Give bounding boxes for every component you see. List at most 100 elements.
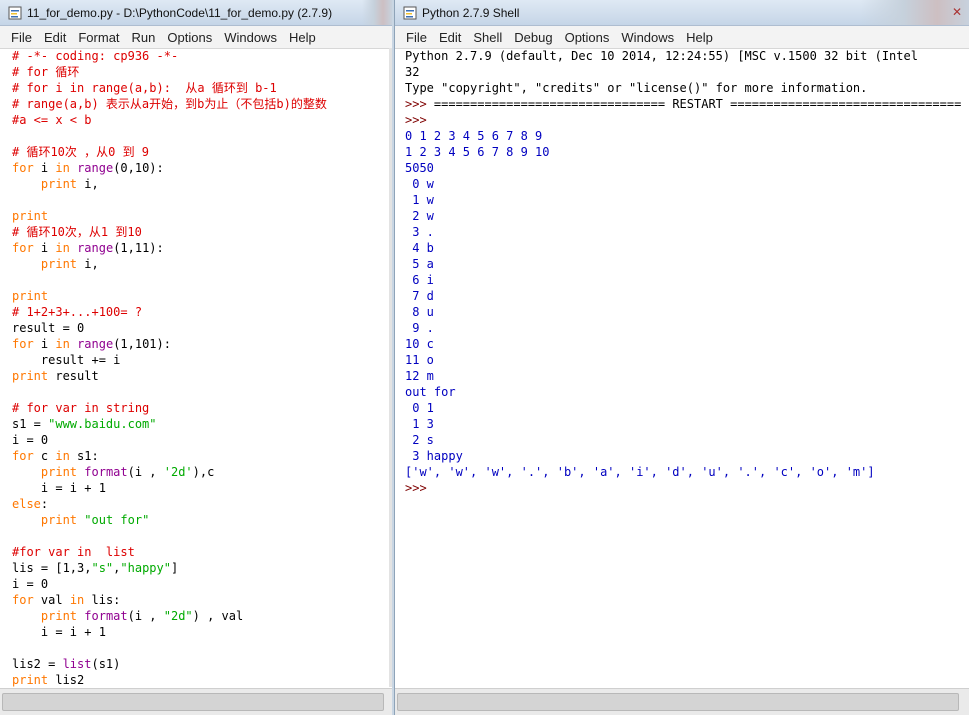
- editor-horizontal-scrollbar[interactable]: [0, 688, 392, 715]
- shell-token: 9 .: [405, 321, 434, 335]
- shell-line: out for: [405, 384, 969, 400]
- editor-line: for i in range(1,101):: [12, 336, 389, 352]
- editor-token: print: [40, 177, 78, 191]
- editor-line: lis2 = list(s1): [12, 656, 389, 672]
- close-icon[interactable]: ✕: [950, 5, 964, 19]
- editor-token: range: [77, 337, 114, 351]
- editor-token: [70, 337, 77, 351]
- shell-line: 7 d: [405, 288, 969, 304]
- editor-token: ]: [170, 561, 179, 575]
- shell-line: 32: [405, 64, 969, 80]
- editor-window[interactable]: 11_for_demo.py - D:\PythonCode\11_for_de…: [0, 0, 392, 715]
- shell-window[interactable]: Python 2.7.9 Shell ✕ File Edit Shell Deb…: [394, 0, 969, 715]
- editor-token: [12, 609, 41, 623]
- editor-token: #a <= x < b: [12, 113, 92, 127]
- shell-horizontal-scrollbar[interactable]: [395, 688, 969, 715]
- shell-menu-options[interactable]: Options: [559, 30, 616, 45]
- editor-token: s1 =: [12, 417, 49, 431]
- editor-token: for: [12, 449, 34, 463]
- shell-menu-file[interactable]: File: [400, 30, 433, 45]
- editor-menu-format[interactable]: Format: [72, 30, 125, 45]
- editor-token: s1:: [69, 449, 99, 463]
- shell-token: 2 w: [405, 209, 434, 223]
- shell-title: Python 2.7.9 Shell: [422, 5, 520, 20]
- editor-line: s1 = "www.baidu.com": [12, 416, 389, 432]
- shell-line: 3 .: [405, 224, 969, 240]
- editor-token: ) , val: [192, 609, 244, 623]
- editor-token: i = i + 1: [12, 625, 106, 639]
- shell-line: 10 c: [405, 336, 969, 352]
- shell-line: 11 o: [405, 352, 969, 368]
- shell-token: Type "copyright", "credits" or "license(…: [405, 81, 868, 95]
- editor-token: [12, 465, 41, 479]
- editor-token: result = 0: [12, 321, 85, 335]
- editor-token: for: [12, 161, 34, 175]
- editor-menu-file[interactable]: File: [5, 30, 38, 45]
- editor-token: [12, 513, 41, 527]
- editor-line: i = i + 1: [12, 624, 389, 640]
- editor-title-bar[interactable]: 11_for_demo.py - D:\PythonCode\11_for_de…: [0, 0, 392, 26]
- shell-token: 12 m: [405, 369, 434, 383]
- shell-line: 8 u: [405, 304, 969, 320]
- shell-token: 32: [405, 65, 420, 79]
- editor-token: i: [33, 161, 56, 175]
- editor-menu-options[interactable]: Options: [161, 30, 218, 45]
- shell-token: 1 w: [405, 193, 434, 207]
- editor-line: print i,: [12, 256, 389, 272]
- editor-line: else:: [12, 496, 389, 512]
- shell-menu-edit[interactable]: Edit: [433, 30, 467, 45]
- editor-token: # 1+2+3+...+100= ?: [12, 305, 143, 319]
- shell-token: >>>: [405, 113, 427, 127]
- editor-token: val: [33, 593, 70, 607]
- shell-line: 0 1: [405, 400, 969, 416]
- shell-scroll-thumb[interactable]: [397, 693, 959, 711]
- editor-menu-windows[interactable]: Windows: [218, 30, 283, 45]
- editor-token: (1,11):: [113, 241, 164, 255]
- editor-token: print: [40, 609, 78, 623]
- editor-menu-edit[interactable]: Edit: [38, 30, 72, 45]
- editor-line: print: [12, 288, 389, 304]
- shell-line: Python 2.7.9 (default, Dec 10 2014, 12:2…: [405, 48, 969, 64]
- editor-token: (1,101):: [113, 337, 171, 351]
- editor-token: [12, 177, 41, 191]
- shell-title-bar[interactable]: Python 2.7.9 Shell ✕: [395, 0, 969, 26]
- shell-line: 5 a: [405, 256, 969, 272]
- shell-menu-debug[interactable]: Debug: [508, 30, 558, 45]
- editor-token: c: [33, 449, 56, 463]
- editor-token: else: [12, 497, 41, 511]
- editor-token: format: [84, 465, 128, 479]
- shell-line: >>>: [405, 112, 969, 128]
- editor-menu-help[interactable]: Help: [283, 30, 322, 45]
- editor-scroll-thumb[interactable]: [2, 693, 384, 711]
- editor-line: # 1+2+3+...+100= ?: [12, 304, 389, 320]
- editor-token: i = 0: [12, 577, 49, 591]
- editor-menu-run[interactable]: Run: [126, 30, 162, 45]
- shell-menu-shell[interactable]: Shell: [467, 30, 508, 45]
- shell-token: 3 happy: [405, 449, 463, 463]
- editor-line: # for i in range(a,b): 从a 循环到 b-1: [12, 80, 389, 96]
- editor-token: for: [12, 337, 34, 351]
- shell-menu-help[interactable]: Help: [680, 30, 719, 45]
- editor-token: range: [77, 241, 114, 255]
- editor-token: lis:: [84, 593, 121, 607]
- shell-menu-windows[interactable]: Windows: [615, 30, 680, 45]
- shell-line: 6 i: [405, 272, 969, 288]
- shell-line: 3 happy: [405, 448, 969, 464]
- editor-token: lis2 =: [12, 657, 63, 671]
- shell-token: 1 2 3 4 5 6 7 8 9 10: [405, 145, 550, 159]
- editor-token: # for i in range(a,b): 从a 循环到 b-1: [12, 81, 277, 95]
- shell-output-area[interactable]: Python 2.7.9 (default, Dec 10 2014, 12:2…: [395, 48, 969, 689]
- editor-line: print result: [12, 368, 389, 384]
- editor-code-area[interactable]: # -*- coding: cp936 -*- # for 循环 # for i i…: [0, 48, 392, 687]
- editor-line: result += i: [12, 352, 389, 368]
- editor-token: print: [40, 513, 78, 527]
- editor-token: i: [33, 241, 56, 255]
- editor-token: (i ,: [127, 609, 164, 623]
- python-file-icon: [8, 6, 22, 19]
- shell-line: 2 s: [405, 432, 969, 448]
- editor-line: # 循环10次 ，从0 到 9: [12, 144, 389, 160]
